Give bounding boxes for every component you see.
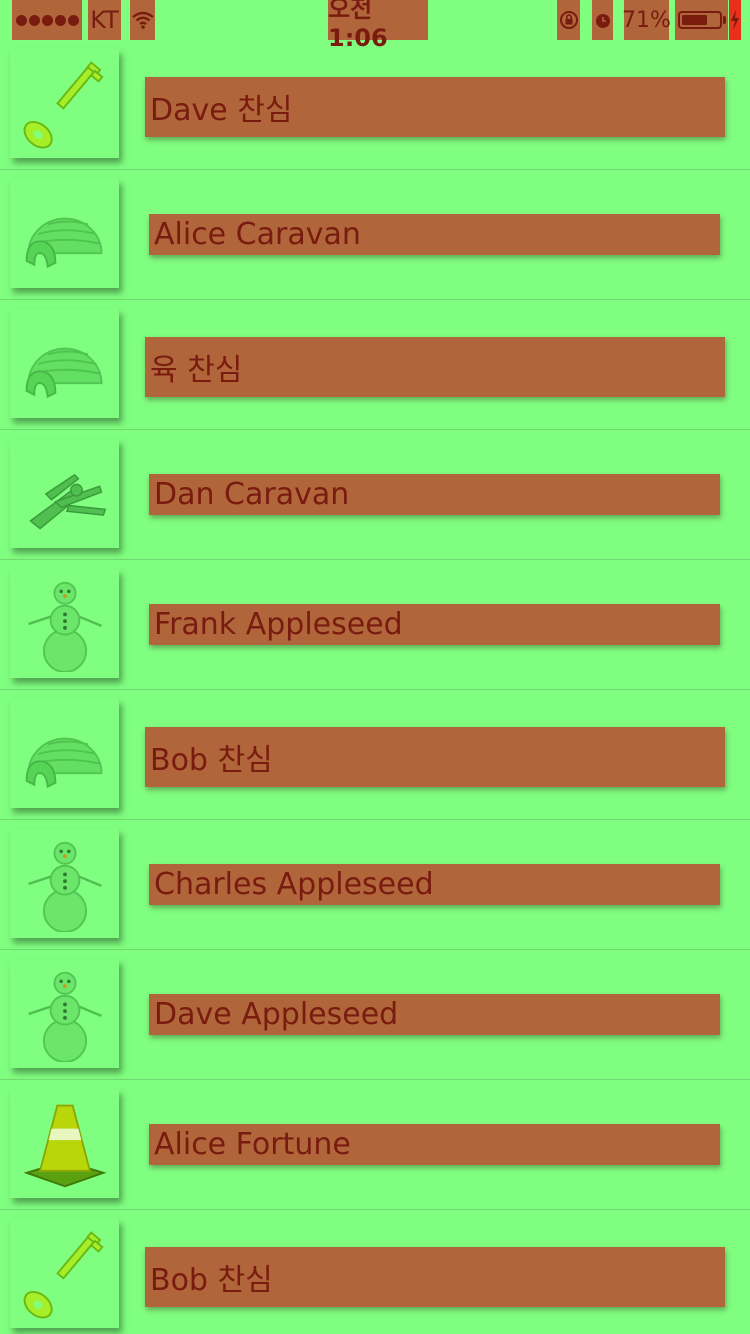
signal-strength-icon xyxy=(12,0,82,40)
traffic-cone-icon xyxy=(10,1089,119,1198)
status-bar: KT 오전 1:06 71% xyxy=(0,0,750,52)
contact-row[interactable]: Dan Caravan xyxy=(0,430,750,560)
contact-name: Charles Appleseed xyxy=(149,864,720,905)
contact-name: Alice Fortune xyxy=(149,1124,720,1165)
alarm-icon xyxy=(592,0,613,40)
contact-name: Frank Appleseed xyxy=(149,604,720,645)
clock-time: 오전 1:06 xyxy=(328,0,428,52)
contact-name: Alice Caravan xyxy=(149,214,720,255)
contact-row[interactable]: Alice Fortune xyxy=(0,1080,750,1210)
snowman-icon xyxy=(10,569,119,678)
contact-name: Dave 찬심 xyxy=(145,77,725,137)
snowman-icon xyxy=(10,959,119,1068)
contact-row[interactable]: 육 찬심 xyxy=(0,300,750,430)
contact-row[interactable]: Alice Caravan xyxy=(0,170,750,300)
battery-percent: 71% xyxy=(622,0,671,40)
contact-name: Bob 찬심 xyxy=(145,727,725,787)
igloo-icon xyxy=(10,309,119,418)
contact-name: Dan Caravan xyxy=(149,474,720,515)
contact-name: 육 찬심 xyxy=(145,337,725,397)
contact-row[interactable]: Bob 찬심 xyxy=(0,690,750,820)
contact-list: Dave 찬심 Alice Caravan 육 찬심 Dan Caravan F… xyxy=(0,40,750,1334)
rotation-lock-icon xyxy=(557,0,580,40)
contact-name: Bob 찬심 xyxy=(145,1247,725,1307)
wifi-icon xyxy=(130,0,155,40)
contact-row[interactable]: Charles Appleseed xyxy=(0,820,750,950)
key-icon xyxy=(10,49,119,158)
igloo-icon xyxy=(10,699,119,808)
carrier-label: KT xyxy=(88,0,121,40)
contact-row[interactable]: Bob 찬심 xyxy=(0,1210,750,1334)
snowman-icon xyxy=(10,829,119,938)
contact-row[interactable]: Dave Appleseed xyxy=(0,950,750,1080)
contact-row[interactable]: Dave 찬심 xyxy=(0,40,750,170)
charging-bolt-icon xyxy=(729,0,741,40)
battery-icon xyxy=(675,0,728,40)
igloo-icon xyxy=(10,179,119,288)
contact-row[interactable]: Frank Appleseed xyxy=(0,560,750,690)
x-wing-icon xyxy=(10,439,119,548)
contact-name: Dave Appleseed xyxy=(149,994,720,1035)
key-icon xyxy=(10,1219,119,1328)
